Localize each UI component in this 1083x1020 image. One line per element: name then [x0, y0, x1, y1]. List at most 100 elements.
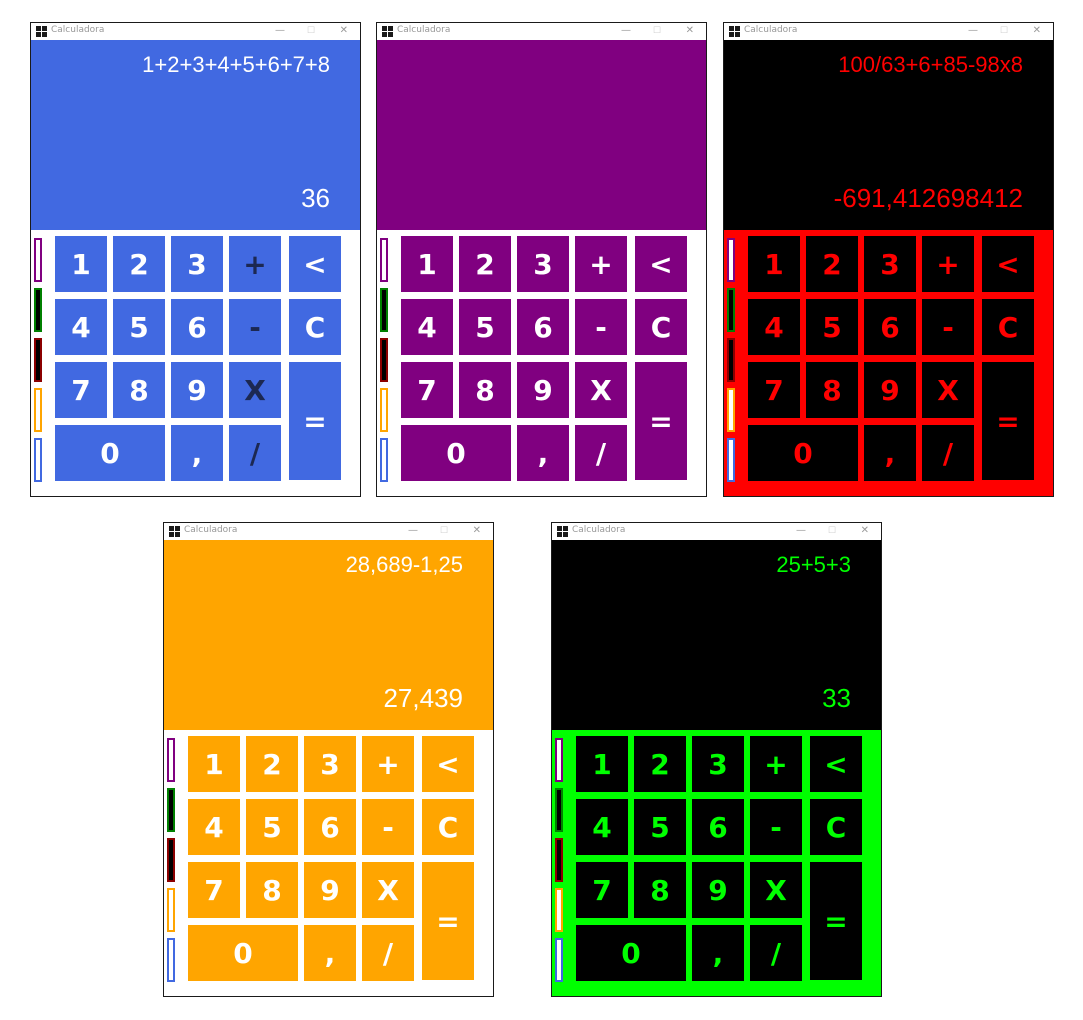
- key-0[interactable]: 0: [748, 425, 858, 481]
- key-2[interactable]: 2: [459, 236, 511, 292]
- key-comma[interactable]: ,: [692, 925, 744, 981]
- key-4[interactable]: 4: [188, 799, 240, 855]
- minimize-button[interactable]: —: [796, 524, 806, 538]
- maximize-button[interactable]: ☐: [828, 524, 836, 538]
- close-button[interactable]: ✕: [340, 24, 348, 38]
- key-comma[interactable]: ,: [304, 925, 356, 981]
- key-1[interactable]: 1: [748, 236, 800, 292]
- key-3[interactable]: 3: [304, 736, 356, 792]
- key-9[interactable]: 9: [692, 862, 744, 918]
- key-multiply[interactable]: X: [575, 362, 627, 418]
- theme-blue-button[interactable]: [34, 438, 42, 482]
- key-equals[interactable]: =: [982, 362, 1034, 480]
- key-7[interactable]: 7: [55, 362, 107, 418]
- key-multiply[interactable]: X: [922, 362, 974, 418]
- key-5[interactable]: 5: [246, 799, 298, 855]
- key-backspace[interactable]: <: [635, 236, 687, 292]
- key-multiply[interactable]: X: [750, 862, 802, 918]
- key-equals[interactable]: =: [422, 862, 474, 980]
- key-comma[interactable]: ,: [517, 425, 569, 481]
- key-0[interactable]: 0: [55, 425, 165, 481]
- key-minus[interactable]: -: [229, 299, 281, 355]
- key-9[interactable]: 9: [171, 362, 223, 418]
- key-comma[interactable]: ,: [864, 425, 916, 481]
- theme-orange-button[interactable]: [167, 888, 175, 932]
- key-plus[interactable]: +: [922, 236, 974, 292]
- key-plus[interactable]: +: [362, 736, 414, 792]
- key-3[interactable]: 3: [171, 236, 223, 292]
- key-2[interactable]: 2: [246, 736, 298, 792]
- theme-purple-button[interactable]: [34, 238, 42, 282]
- key-divide[interactable]: /: [922, 425, 974, 481]
- close-button[interactable]: ✕: [686, 24, 694, 38]
- theme-red-button[interactable]: [555, 838, 563, 882]
- key-divide[interactable]: /: [362, 925, 414, 981]
- key-backspace[interactable]: <: [982, 236, 1034, 292]
- key-backspace[interactable]: <: [810, 736, 862, 792]
- key-3[interactable]: 3: [517, 236, 569, 292]
- theme-orange-button[interactable]: [380, 388, 388, 432]
- theme-green-button[interactable]: [380, 288, 388, 332]
- theme-green-button[interactable]: [167, 788, 175, 832]
- key-4[interactable]: 4: [748, 299, 800, 355]
- minimize-button[interactable]: —: [275, 24, 285, 38]
- theme-blue-button[interactable]: [167, 938, 175, 982]
- key-7[interactable]: 7: [401, 362, 453, 418]
- theme-blue-button[interactable]: [727, 438, 735, 482]
- theme-red-button[interactable]: [34, 338, 42, 382]
- theme-red-button[interactable]: [167, 838, 175, 882]
- theme-orange-button[interactable]: [555, 888, 563, 932]
- key-4[interactable]: 4: [55, 299, 107, 355]
- key-6[interactable]: 6: [171, 299, 223, 355]
- key-2[interactable]: 2: [634, 736, 686, 792]
- key-5[interactable]: 5: [459, 299, 511, 355]
- key-8[interactable]: 8: [806, 362, 858, 418]
- minimize-button[interactable]: —: [408, 524, 418, 538]
- key-6[interactable]: 6: [864, 299, 916, 355]
- key-backspace[interactable]: <: [422, 736, 474, 792]
- close-button[interactable]: ✕: [1033, 24, 1041, 38]
- maximize-button[interactable]: ☐: [440, 524, 448, 538]
- key-7[interactable]: 7: [188, 862, 240, 918]
- key-clear[interactable]: C: [289, 299, 341, 355]
- key-9[interactable]: 9: [304, 862, 356, 918]
- key-9[interactable]: 9: [864, 362, 916, 418]
- theme-orange-button[interactable]: [34, 388, 42, 432]
- key-clear[interactable]: C: [635, 299, 687, 355]
- key-8[interactable]: 8: [246, 862, 298, 918]
- minimize-button[interactable]: —: [621, 24, 631, 38]
- key-1[interactable]: 1: [55, 236, 107, 292]
- close-button[interactable]: ✕: [473, 524, 481, 538]
- key-3[interactable]: 3: [864, 236, 916, 292]
- key-9[interactable]: 9: [517, 362, 569, 418]
- theme-green-button[interactable]: [34, 288, 42, 332]
- key-2[interactable]: 2: [806, 236, 858, 292]
- theme-green-button[interactable]: [727, 288, 735, 332]
- theme-green-button[interactable]: [555, 788, 563, 832]
- key-backspace[interactable]: <: [289, 236, 341, 292]
- key-6[interactable]: 6: [692, 799, 744, 855]
- key-3[interactable]: 3: [692, 736, 744, 792]
- key-0[interactable]: 0: [576, 925, 686, 981]
- theme-purple-button[interactable]: [727, 238, 735, 282]
- theme-purple-button[interactable]: [555, 738, 563, 782]
- theme-purple-button[interactable]: [380, 238, 388, 282]
- key-6[interactable]: 6: [517, 299, 569, 355]
- key-7[interactable]: 7: [576, 862, 628, 918]
- key-5[interactable]: 5: [634, 799, 686, 855]
- key-0[interactable]: 0: [401, 425, 511, 481]
- key-equals[interactable]: =: [810, 862, 862, 980]
- key-clear[interactable]: C: [810, 799, 862, 855]
- minimize-button[interactable]: —: [968, 24, 978, 38]
- key-minus[interactable]: -: [575, 299, 627, 355]
- theme-red-button[interactable]: [727, 338, 735, 382]
- key-minus[interactable]: -: [362, 799, 414, 855]
- key-divide[interactable]: /: [575, 425, 627, 481]
- maximize-button[interactable]: ☐: [307, 24, 315, 38]
- key-clear[interactable]: C: [982, 299, 1034, 355]
- key-0[interactable]: 0: [188, 925, 298, 981]
- key-2[interactable]: 2: [113, 236, 165, 292]
- key-5[interactable]: 5: [113, 299, 165, 355]
- key-equals[interactable]: =: [635, 362, 687, 480]
- key-8[interactable]: 8: [113, 362, 165, 418]
